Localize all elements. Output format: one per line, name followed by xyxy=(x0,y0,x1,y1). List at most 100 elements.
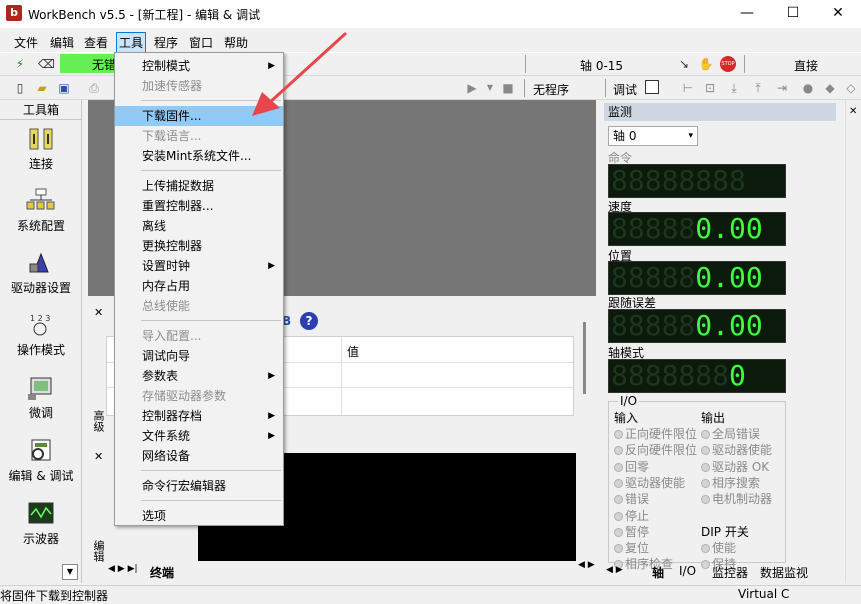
close-terminal-icon[interactable]: ✕ xyxy=(94,450,103,463)
advanced-tab[interactable]: 高级 xyxy=(90,410,106,432)
tools-menu-item[interactable]: 网络设备 xyxy=(115,446,283,466)
connect-icon[interactable]: ⚡ xyxy=(12,56,28,72)
tools-menu-item[interactable]: 参数表 ▶ xyxy=(115,366,283,386)
right-scrollbar[interactable]: ✕ xyxy=(845,100,861,583)
tab-scroll-icons[interactable]: ◀ ▶ ▶| xyxy=(108,564,138,574)
stop-icon[interactable]: STOP xyxy=(720,56,736,72)
menu-file[interactable]: 文件 xyxy=(12,33,40,52)
tab-axis[interactable]: 轴 xyxy=(652,564,664,581)
app-icon: b xyxy=(6,5,22,21)
tools-menu-item[interactable]: 文件系统 ▶ xyxy=(115,426,283,446)
print-icon[interactable]: ⎙ xyxy=(86,80,102,96)
open-folder-icon[interactable]: ▰ xyxy=(34,80,50,96)
axis-arrow-icon[interactable]: ↘ xyxy=(676,56,692,72)
io-indicator: 暂停 xyxy=(614,523,649,540)
io-label: 停止 xyxy=(625,508,650,523)
diamond-icon[interactable]: ◆ xyxy=(822,80,838,96)
toolbox-operation-mode-label: 操作模式 xyxy=(16,343,65,357)
tools-dropdown-menu: 控制模式 ▶ 加速传感器 下载固件... 下载语言... 安装Mint系统文件... 上传捕… xyxy=(114,52,284,526)
tools-menu-item[interactable]: 选项 xyxy=(115,506,283,526)
led-icon xyxy=(614,511,623,521)
tools-menu-item[interactable]: 控制器存档 ▶ xyxy=(115,406,283,426)
panel-scrollbar[interactable] xyxy=(583,322,586,394)
tools-menu-item-label: 文件系统 xyxy=(142,429,191,443)
tools-menu-item-label: 上传捕捉数据 xyxy=(142,179,215,193)
tools-menu-item[interactable]: 调试向导 xyxy=(115,346,283,366)
tab-data-watch[interactable]: 数据监视 xyxy=(760,564,808,581)
io-indicator: 驱动器使能 xyxy=(701,441,772,458)
tools-menu-item[interactable]: 上传捕捉数据 xyxy=(115,176,283,196)
led-icon xyxy=(701,446,710,456)
submenu-arrow-icon: ▶ xyxy=(268,261,275,271)
step-out-icon[interactable]: ⤒ xyxy=(750,80,766,96)
tools-menu-item[interactable]: 设置时钟 ▶ xyxy=(115,256,283,276)
tools-menu-item[interactable]: 安装Mint系统文件... xyxy=(115,146,283,166)
maximize-button[interactable]: ☐ xyxy=(770,0,816,28)
debug-checkbox[interactable] xyxy=(645,80,659,94)
goto-icon[interactable]: ⇥ xyxy=(774,80,790,96)
led-icon xyxy=(701,430,710,439)
terminal-scroll-icons[interactable]: ◀ ▶ xyxy=(578,560,595,570)
breakpoint-icon[interactable]: ● xyxy=(800,80,816,96)
menu-edit[interactable]: 编辑 xyxy=(48,33,76,52)
io-label: 反向硬件限位 xyxy=(625,443,698,458)
tab-io[interactable]: I/O xyxy=(679,564,696,578)
led-icon xyxy=(614,478,623,488)
menu-separator xyxy=(141,170,281,171)
toolbox-edit-debug[interactable]: 编辑 & 调试 xyxy=(0,438,82,484)
run-icon[interactable]: ▶ xyxy=(464,80,480,96)
new-file-icon[interactable]: ▯ xyxy=(12,80,28,96)
tools-menu-item[interactable]: 重置控制器... xyxy=(115,196,283,216)
toolbox-oscilloscope[interactable]: 示波器 xyxy=(0,501,82,547)
tab-monitor[interactable]: 监控器 xyxy=(712,564,748,581)
save-icon[interactable]: ▣ xyxy=(56,80,72,96)
diamond-outline-icon[interactable]: ◇ xyxy=(843,80,859,96)
menu-tools[interactable]: 工具 xyxy=(116,32,147,53)
toolbox-operation-mode[interactable]: 1 2 3 操作模式 xyxy=(0,312,82,358)
step-over-icon[interactable]: ⊡ xyxy=(702,80,718,96)
command-display: 88888888 xyxy=(608,164,786,198)
step-icon[interactable]: ⊢ xyxy=(680,80,696,96)
close-panel-icon[interactable]: ✕ xyxy=(94,306,103,319)
led-icon xyxy=(614,527,623,537)
close-icon[interactable]: ✕ xyxy=(849,106,857,117)
title-bar: b WorkBench v5.5 - [新工程] - 编辑 & 调试 — ☐ ✕ xyxy=(0,0,861,28)
status-bar: 将固件下载到控制器 Virtual C xyxy=(0,585,861,603)
status-message: 将固件下载到控制器 xyxy=(0,589,109,603)
status-right: Virtual C xyxy=(738,587,790,601)
run-dropdown-icon[interactable]: ▼ xyxy=(482,80,498,96)
toolbox-connect[interactable]: 连接 xyxy=(0,126,82,172)
toolbox-system-config[interactable]: 系统配置 xyxy=(0,188,82,234)
terminal-tab[interactable]: 终端 xyxy=(150,564,174,581)
menu-window[interactable]: 窗口 xyxy=(187,33,215,52)
led-icon xyxy=(614,495,623,505)
toolbox-drive-setup[interactable]: 驱动器设置 xyxy=(0,250,82,296)
connect-tool-icon xyxy=(29,128,53,150)
tab-scroll-icons[interactable]: ◀ ▶ xyxy=(606,565,623,575)
dip-title: DIP 开关 xyxy=(701,525,749,539)
hand-icon[interactable]: ✋ xyxy=(698,56,714,72)
edit-tab[interactable]: 编辑 xyxy=(90,540,106,562)
menu-view[interactable]: 查看 xyxy=(82,33,110,52)
close-button[interactable]: ✕ xyxy=(815,0,861,28)
position-display: 888880.00 xyxy=(608,261,786,295)
tools-menu-item[interactable]: 离线 xyxy=(115,216,283,236)
step-into-icon[interactable]: ⤓ xyxy=(726,80,742,96)
tools-menu-item[interactable]: 更换控制器 xyxy=(115,236,283,256)
eraser-icon[interactable]: ⌫ xyxy=(38,56,55,72)
tools-menu-item[interactable]: 内存占用 xyxy=(115,276,283,296)
stop-program-icon[interactable]: ■ xyxy=(500,80,516,96)
toolbox-panel: 工具箱 连接 系统配置 驱动器设置 1 2 3 操作模式 微调 编辑 & 调试 … xyxy=(0,100,82,583)
tuning-icon xyxy=(28,377,52,400)
toolbox-tuning[interactable]: 微调 xyxy=(0,375,82,421)
io-label: 正向硬件限位 xyxy=(625,427,698,441)
tools-menu-item[interactable]: 命令行宏编辑器 xyxy=(115,476,283,496)
help-icon[interactable]: ? xyxy=(300,312,318,330)
toolbox-scroll-down-button[interactable]: ▼ xyxy=(62,564,78,580)
value-column-header: 值 xyxy=(347,345,360,359)
minimize-button[interactable]: — xyxy=(724,0,770,28)
io-indicator: 驱动器使能 xyxy=(614,474,685,491)
axis-select[interactable]: 轴 0 ▾ xyxy=(608,126,698,146)
menu-program[interactable]: 程序 xyxy=(152,33,180,52)
tools-menu-item-label: 控制器存档 xyxy=(142,409,203,423)
